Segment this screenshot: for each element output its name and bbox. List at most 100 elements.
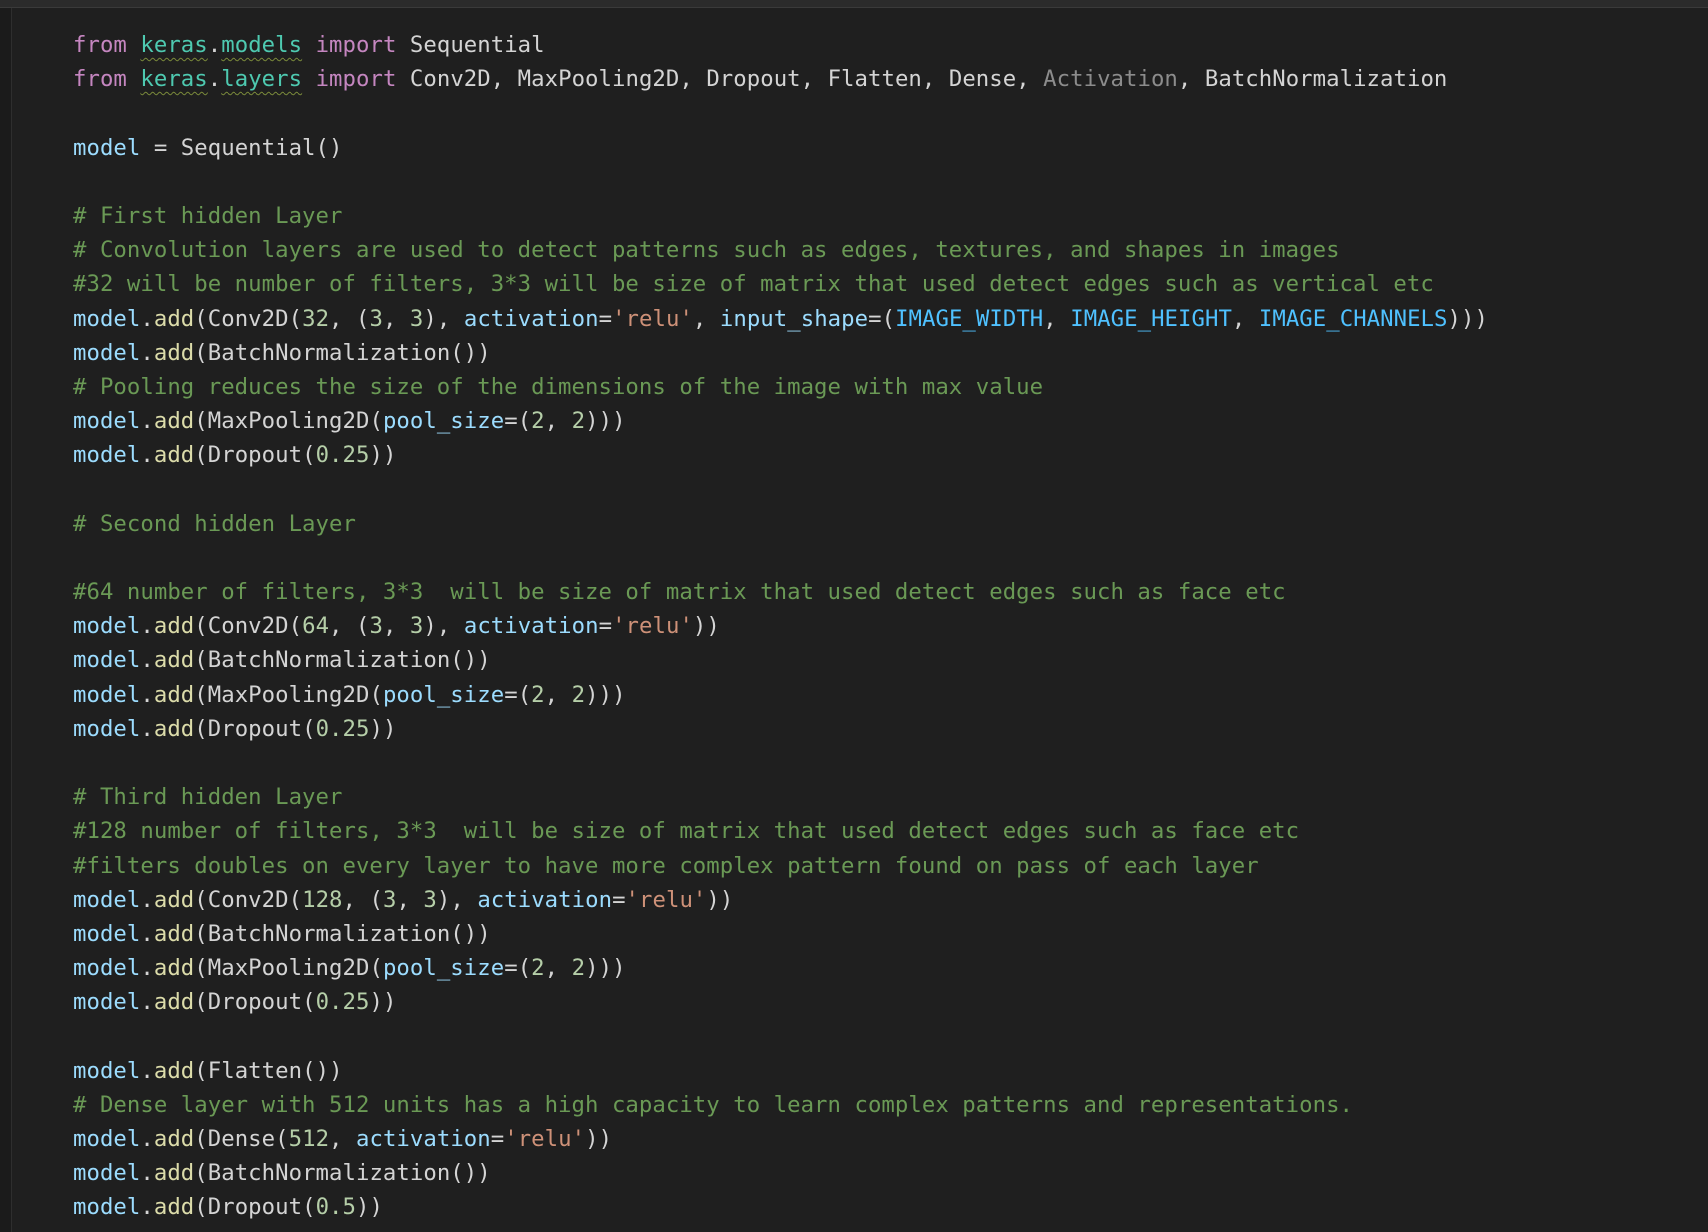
bracket-token: ( xyxy=(194,1194,208,1221)
code-line[interactable]: model = Sequential() xyxy=(73,131,1488,165)
code-line[interactable]: # Convolution layers are used to detect … xyxy=(73,233,1488,267)
code-line[interactable] xyxy=(73,541,1488,575)
module-token: layers xyxy=(221,66,303,93)
code-line[interactable]: model.add(BatchNormalization()) xyxy=(73,336,1488,370)
code-line[interactable]: # Second hidden Layer xyxy=(73,507,1488,541)
number-token: 3 xyxy=(369,305,383,332)
variable-token: model xyxy=(73,408,141,435)
identifier-token: Sequential xyxy=(396,32,545,58)
variable-token: model xyxy=(73,989,141,1016)
punctuation-token: . xyxy=(140,305,154,332)
code-line[interactable]: model.add(BatchNormalization()) xyxy=(73,1156,1488,1190)
bracket-token: ( xyxy=(517,408,532,435)
bracket-token: ) xyxy=(612,955,626,982)
variable-token: pool_size xyxy=(382,955,505,982)
code-line[interactable]: # Pooling reduces the size of the dimens… xyxy=(73,370,1488,404)
bracket-token: ) xyxy=(598,1126,613,1152)
code-line[interactable]: model.add(Flatten()) xyxy=(73,1054,1488,1088)
code-line[interactable] xyxy=(73,472,1488,506)
code-line[interactable]: model.add(Dropout(0.25)) xyxy=(73,712,1488,746)
punctuation-token: = xyxy=(598,305,613,332)
number-token: 2 xyxy=(531,408,545,435)
code-line[interactable]: model.add(Dropout(0.5)) xyxy=(73,1190,1488,1224)
code-line[interactable] xyxy=(73,165,1488,199)
bracket-token: ( xyxy=(450,339,464,366)
code-line[interactable]: model.add(MaxPooling2D(pool_size=(2, 2))… xyxy=(73,951,1488,985)
punctuation-token: = xyxy=(504,955,518,982)
string-token: 'relu' xyxy=(625,886,707,913)
bracket-token: ( xyxy=(450,920,464,947)
punctuation-token: . xyxy=(140,1194,154,1221)
variable-token: model xyxy=(73,1160,141,1187)
bracket-token: ( xyxy=(194,408,208,435)
code-line[interactable]: model.add(MaxPooling2D(pool_size=(2, 2))… xyxy=(73,404,1488,438)
code-line[interactable]: model.add(Dropout(0.25)) xyxy=(73,438,1488,472)
code-line[interactable] xyxy=(73,746,1488,780)
identifier-token: Dense xyxy=(207,1126,276,1152)
bracket-token: ) xyxy=(706,886,720,913)
code-line[interactable]: model.add(BatchNormalization()) xyxy=(73,917,1488,951)
bracket-token: ) xyxy=(369,989,383,1016)
variable-token: model xyxy=(73,1126,141,1152)
punctuation-token: = xyxy=(504,681,518,708)
bracket-token: ( xyxy=(288,305,303,332)
punctuation-token: . xyxy=(140,1057,154,1084)
code-line[interactable]: from keras.layers import Conv2D, MaxPool… xyxy=(73,62,1488,96)
punctuation-token: , xyxy=(329,1126,356,1152)
bracket-token: ) xyxy=(612,681,626,708)
comment-token: # Third hidden Layer xyxy=(73,784,343,811)
bracket-token: ) xyxy=(612,408,626,435)
variable-token: model xyxy=(73,1057,141,1084)
punctuation-token xyxy=(127,32,140,58)
keyword-token: import xyxy=(315,32,397,58)
variable-token: model xyxy=(73,613,141,640)
identifier-token: MaxPooling2D xyxy=(207,408,370,435)
bracket-token: ) xyxy=(329,1057,343,1084)
number-token: 3 xyxy=(423,886,437,913)
punctuation-token: = xyxy=(868,305,882,332)
function-token: add xyxy=(153,920,195,947)
code-line[interactable]: # Third hidden Layer xyxy=(73,780,1488,814)
code-line[interactable]: from keras.models import Sequential xyxy=(73,28,1488,62)
bracket-token: ) xyxy=(598,408,613,435)
function-token: add xyxy=(153,305,195,332)
bracket-token: ) xyxy=(382,715,397,742)
code-line[interactable] xyxy=(73,1019,1488,1053)
code-line[interactable]: # Dense layer with 512 units has a high … xyxy=(73,1088,1488,1122)
code-text-area[interactable]: from keras.models import Sequential from … xyxy=(73,28,1488,1225)
bracket-token: ) xyxy=(477,1160,491,1187)
number-token: 3 xyxy=(369,613,383,640)
bracket-token: ) xyxy=(382,989,397,1016)
comment-token: # First hidden Layer xyxy=(73,202,343,229)
variable-token: model xyxy=(73,920,141,947)
code-line[interactable]: model.add(Dropout(0.25)) xyxy=(73,985,1488,1019)
bracket-token: ( xyxy=(194,1160,208,1187)
code-line[interactable]: model.add(MaxPooling2D(pool_size=(2, 2))… xyxy=(73,678,1488,712)
comment-token: # Second hidden Layer xyxy=(73,510,356,537)
code-editor[interactable]: from keras.models import Sequential from … xyxy=(0,0,1708,1232)
bracket-token: ) xyxy=(585,955,599,982)
bracket-token: ) xyxy=(356,1194,370,1221)
code-line[interactable]: model.add(Dense(512, activation='relu')) xyxy=(73,1122,1488,1156)
code-line[interactable]: # First hidden Layer xyxy=(73,199,1488,233)
punctuation-token: = xyxy=(598,613,613,640)
code-line[interactable] xyxy=(73,96,1488,130)
comment-token: #64 number of filters, 3*3 will be size … xyxy=(73,579,1286,605)
comment-token: # Pooling reduces the size of the dimens… xyxy=(73,373,1044,400)
identifier-token: , BatchNormalization xyxy=(1177,66,1448,93)
code-line[interactable]: #32 will be number of filters, 3*3 will … xyxy=(73,267,1488,301)
variable-token: activation xyxy=(356,1126,491,1152)
module-token: keras xyxy=(140,66,208,93)
code-line[interactable]: #128 number of filters, 3*3 will be size… xyxy=(73,814,1488,848)
number-token: 2 xyxy=(571,408,586,435)
code-line[interactable]: model.add(Conv2D(128, (3, 3), activation… xyxy=(73,883,1488,917)
code-line[interactable]: #filters doubles on every layer to have … xyxy=(73,849,1488,883)
function-token: add xyxy=(153,1126,195,1152)
code-line[interactable]: model.add(BatchNormalization()) xyxy=(73,643,1488,677)
code-line[interactable]: #64 number of filters, 3*3 will be size … xyxy=(73,575,1488,609)
code-line[interactable]: model.add(Conv2D(64, (3, 3), activation=… xyxy=(73,609,1488,643)
code-line[interactable]: model.add(Conv2D(32, (3, 3), activation=… xyxy=(73,302,1488,336)
bracket-token: ) xyxy=(436,886,451,913)
bracket-token: ( xyxy=(369,681,383,708)
bracket-token: ( xyxy=(302,442,316,469)
